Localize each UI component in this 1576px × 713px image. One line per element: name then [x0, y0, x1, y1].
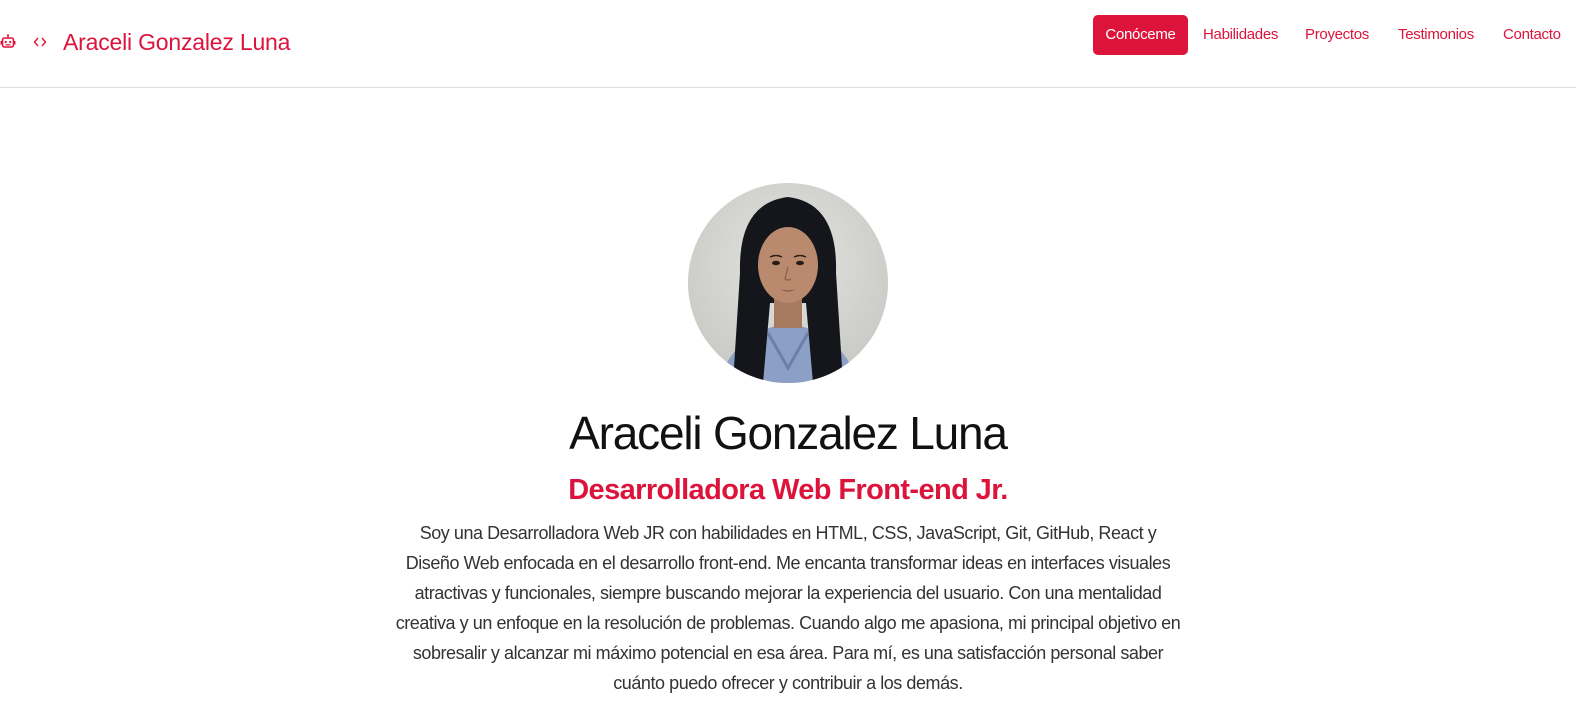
profile-photo-illustration [688, 183, 888, 383]
nav-link-contacto[interactable]: Contacto [1503, 15, 1561, 55]
top-navbar: Araceli Gonzalez Luna Conóceme Habilidad… [0, 0, 1576, 88]
nav-link-testimonios[interactable]: Testimonios [1398, 15, 1474, 55]
nav-link-conoceme[interactable]: Conóceme [1093, 15, 1188, 55]
brand-name: Araceli Gonzalez Luna [63, 29, 291, 55]
robot-icon [0, 34, 16, 48]
hero-name: Araceli Gonzalez Luna [569, 407, 1008, 459]
nav-link-habilidades[interactable]: Habilidades [1203, 15, 1278, 55]
profile-photo [688, 183, 888, 383]
code-icon [33, 37, 47, 47]
hero-bio: Soy una Desarrolladora Web JR con habili… [395, 523, 1181, 693]
nav-link-proyectos[interactable]: Proyectos [1305, 15, 1369, 55]
hero-role: Desarrolladora Web Front-end Jr. [568, 474, 1008, 506]
